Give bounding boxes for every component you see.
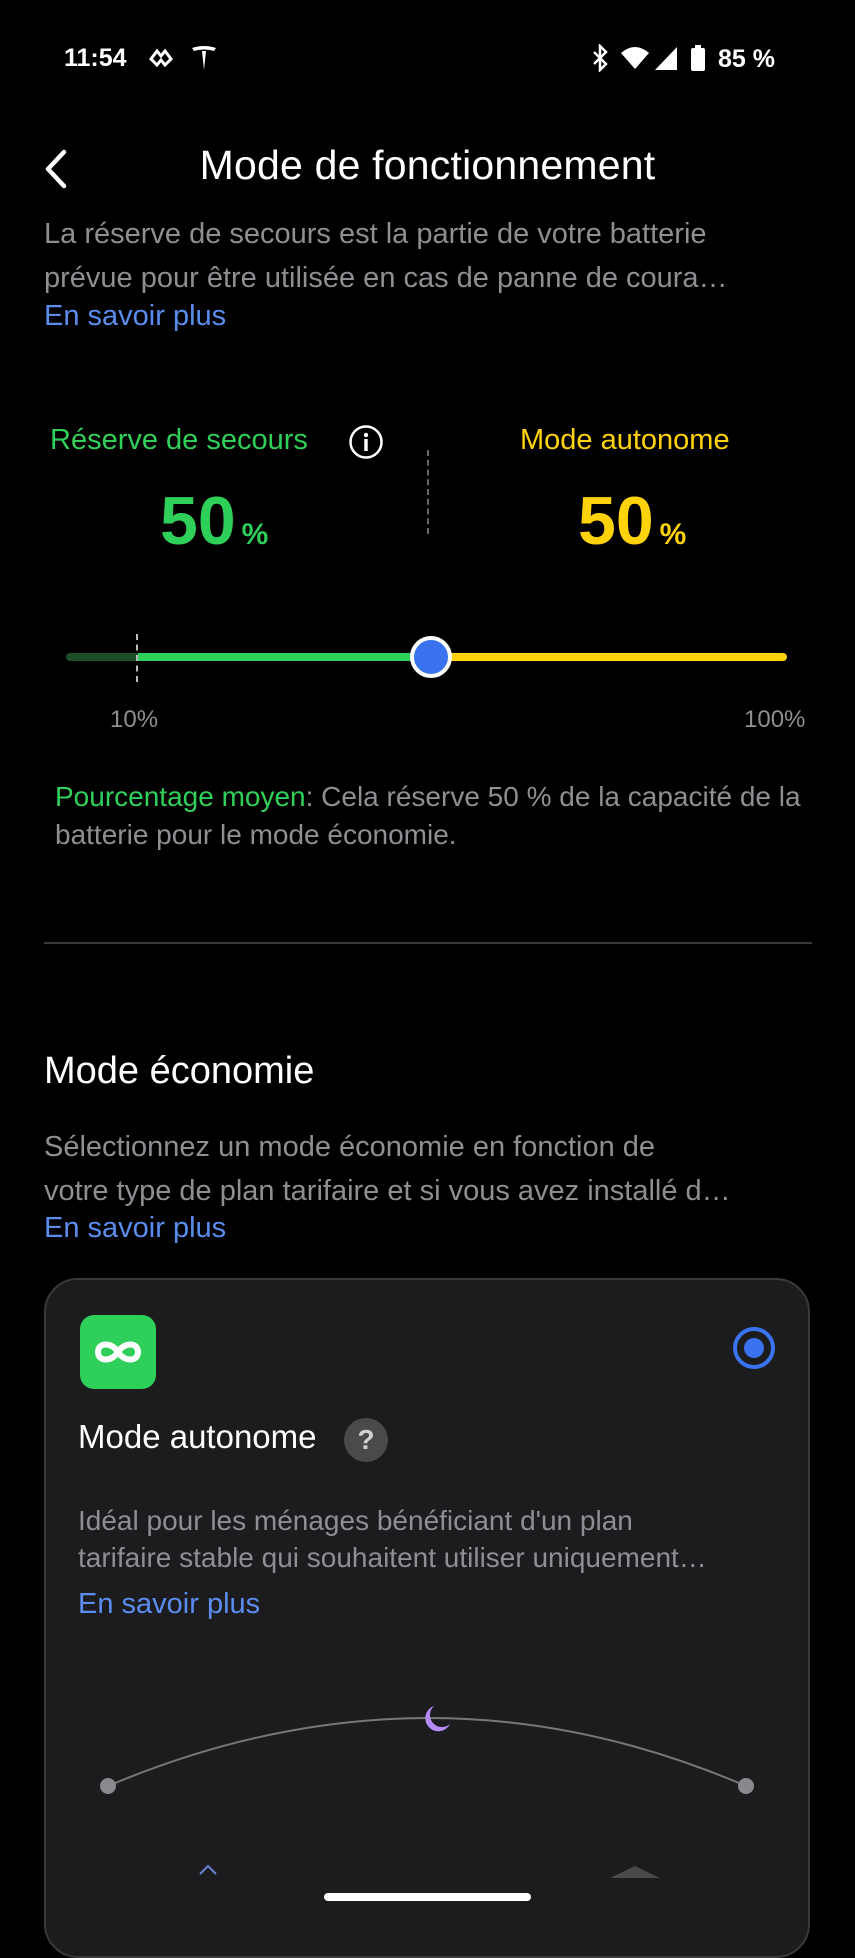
section-title: Mode économie xyxy=(44,1050,315,1092)
slider-track-autonomous[interactable] xyxy=(425,653,787,661)
cellular-signal-icon xyxy=(654,44,678,72)
card-title: Mode autonome xyxy=(78,1418,317,1455)
slider-track-unavailable xyxy=(66,653,138,661)
status-time: 11:54 xyxy=(64,44,127,72)
infinity-icon xyxy=(80,1315,156,1389)
backup-reserve-value: 50% xyxy=(160,483,269,559)
help-icon[interactable]: ? xyxy=(344,1418,388,1462)
mode-radio-selected[interactable] xyxy=(733,1327,775,1369)
slider-min-marker xyxy=(136,634,138,682)
wifi-icon xyxy=(620,44,650,72)
notification-icon xyxy=(148,44,174,72)
info-icon[interactable] xyxy=(348,424,384,460)
learn-more-link[interactable]: En savoir plus xyxy=(78,1588,260,1621)
battery-percentage: 85 % xyxy=(718,45,775,73)
backup-reserve-label: Réserve de secours xyxy=(50,424,308,456)
reserve-description: La réserve de secours est la partie de v… xyxy=(44,218,728,294)
bluetooth-icon xyxy=(590,44,610,72)
slider-track-backup[interactable] xyxy=(138,653,425,661)
economy-description: Sélectionnez un mode économie en fonctio… xyxy=(44,1131,731,1207)
page-title: Mode de fonctionnement xyxy=(199,142,656,188)
slider-thumb[interactable] xyxy=(410,636,452,678)
slider-max-label: 100% xyxy=(744,706,806,733)
card-description: Idéal pour les ménages bénéficiant d'un … xyxy=(78,1505,707,1573)
home-indicator[interactable] xyxy=(324,1893,531,1901)
autonomous-mode-value: 50% xyxy=(578,483,687,559)
learn-more-link[interactable]: En savoir plus xyxy=(44,300,226,333)
autonomous-mode-label: Mode autonome xyxy=(520,424,730,456)
battery-icon xyxy=(690,44,706,72)
value-divider xyxy=(427,450,429,534)
tesla-logo-icon xyxy=(190,44,218,72)
slider-min-label: 10% xyxy=(110,706,159,733)
learn-more-link[interactable]: En savoir plus xyxy=(44,1212,226,1245)
reserve-summary: Pourcentage moyen: Cela réserve 50 % de … xyxy=(55,781,801,850)
section-divider xyxy=(44,942,812,944)
day-cycle-illustration xyxy=(100,1706,754,1878)
